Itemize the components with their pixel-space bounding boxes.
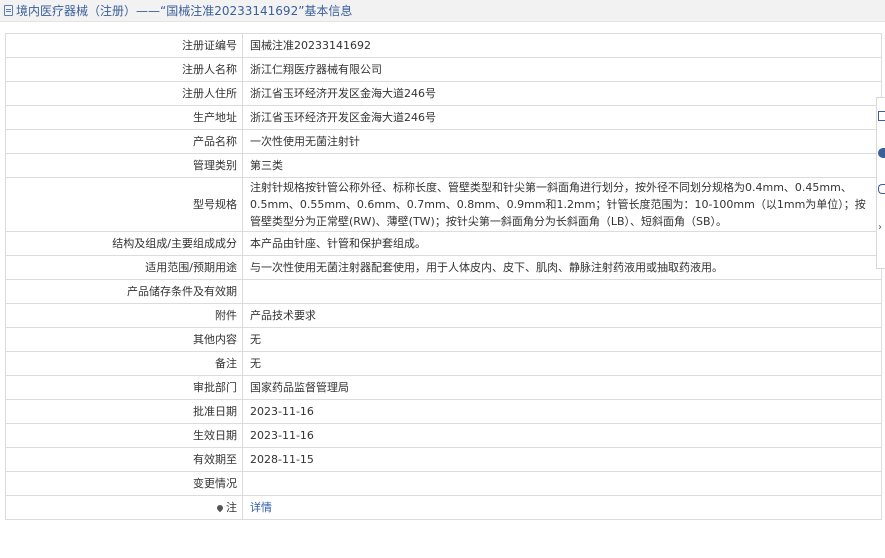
- field-label: 审批部门: [5, 375, 243, 400]
- field-label: 产品储存条件及有效期: [5, 279, 243, 304]
- note-label: 注: [226, 500, 237, 514]
- table-row: 审批部门 国家药品监督管理局: [5, 375, 882, 400]
- share-icon[interactable]: [878, 184, 885, 194]
- field-value: 产品技术要求: [242, 303, 882, 328]
- table-row: 型号规格 注射针规格按针管公称外径、标称长度、管壁类型和针尖第一斜面角进行划分，…: [5, 177, 882, 232]
- breadcrumb-title-bar: 境内医疗器械（注册）——“国械注准20233141692”基本信息: [0, 0, 885, 22]
- field-label: 批准日期: [5, 399, 243, 424]
- field-label: 附件: [5, 303, 243, 328]
- table-row: 结构及组成/主要组成成分 本产品由针座、针管和保护套组成。: [5, 231, 882, 256]
- field-label: 注册证编号: [5, 33, 243, 58]
- table-row: 变更情况: [5, 471, 882, 496]
- note-label-cell: 注: [5, 495, 243, 520]
- table-row: 附件 产品技术要求: [5, 303, 882, 328]
- table-row: 产品名称 一次性使用无菌注射针: [5, 129, 882, 154]
- field-value: 国家药品监督管理局: [242, 375, 882, 400]
- field-label: 注册人住所: [5, 81, 243, 106]
- table-row: 适用范围/预期用途 与一次性使用无菌注射器配套使用，用于人体皮内、皮下、肌肉、静…: [5, 255, 882, 280]
- field-value: 一次性使用无菌注射针: [242, 129, 882, 154]
- field-value: 浙江省玉环经济开发区金海大道246号: [242, 105, 882, 130]
- table-row: 产品储存条件及有效期: [5, 279, 882, 304]
- table-row: 批准日期 2023-11-16: [5, 399, 882, 424]
- field-value: 浙江省玉环经济开发区金海大道246号: [242, 81, 882, 106]
- field-label: 变更情况: [5, 471, 243, 496]
- collapse-icon[interactable]: ›: [878, 223, 885, 233]
- field-value: 浙江仁翔医疗器械有限公司: [242, 57, 882, 82]
- field-value: 第三类: [242, 153, 882, 178]
- table-row: 管理类别 第三类: [5, 153, 882, 178]
- field-value: [242, 279, 882, 304]
- registration-info-table: 注册证编号 国械注准20233141692 注册人名称 浙江仁翔医疗器械有限公司…: [5, 33, 882, 520]
- field-label: 注册人名称: [5, 57, 243, 82]
- field-value: 无: [242, 351, 882, 376]
- field-value: 本产品由针座、针管和保护套组成。: [242, 231, 882, 256]
- document-icon: [4, 5, 13, 16]
- field-label: 适用范围/预期用途: [5, 255, 243, 280]
- note-value-cell: 详情: [242, 495, 882, 520]
- field-label: 其他内容: [5, 327, 243, 352]
- field-label: 产品名称: [5, 129, 243, 154]
- table-row: 生产地址 浙江省玉环经济开发区金海大道246号: [5, 105, 882, 130]
- field-label: 生效日期: [5, 423, 243, 448]
- page-title: 境内医疗器械（注册）——“国械注准20233141692”基本信息: [16, 4, 353, 18]
- field-label: 结构及组成/主要组成成分: [5, 231, 243, 256]
- table-row: 注册人住所 浙江省玉环经济开发区金海大道246号: [5, 81, 882, 106]
- table-row: 注册证编号 国械注准20233141692: [5, 33, 882, 58]
- document-icon[interactable]: [878, 111, 885, 121]
- detail-link[interactable]: 详情: [250, 501, 272, 514]
- field-value: 国械注准20233141692: [242, 33, 882, 58]
- field-value: 与一次性使用无菌注射器配套使用，用于人体皮内、皮下、肌肉、静脉注射药液用或抽取药…: [242, 255, 882, 280]
- field-label: 生产地址: [5, 105, 243, 130]
- side-toolbar: ›: [876, 97, 885, 269]
- pin-icon: [215, 503, 225, 512]
- field-label: 型号规格: [5, 177, 243, 232]
- table-row: 注册人名称 浙江仁翔医疗器械有限公司: [5, 57, 882, 82]
- field-value: 注射针规格按针管公称外径、标称长度、管壁类型和针尖第一斜面角进行划分，按外径不同…: [242, 177, 882, 232]
- field-label: 备注: [5, 351, 243, 376]
- field-value: [242, 471, 882, 496]
- field-value: 2023-11-16: [242, 423, 882, 448]
- info-icon[interactable]: [878, 148, 885, 158]
- table-row: 生效日期 2023-11-16: [5, 423, 882, 448]
- table-row: 其他内容 无: [5, 327, 882, 352]
- field-label: 管理类别: [5, 153, 243, 178]
- table-row: 有效期至 2028-11-15: [5, 447, 882, 472]
- field-value: 2023-11-16: [242, 399, 882, 424]
- table-row: 备注 无: [5, 351, 882, 376]
- field-label: 有效期至: [5, 447, 243, 472]
- table-row-note: 注 详情: [5, 495, 882, 520]
- field-value: 无: [242, 327, 882, 352]
- field-value: 2028-11-15: [242, 447, 882, 472]
